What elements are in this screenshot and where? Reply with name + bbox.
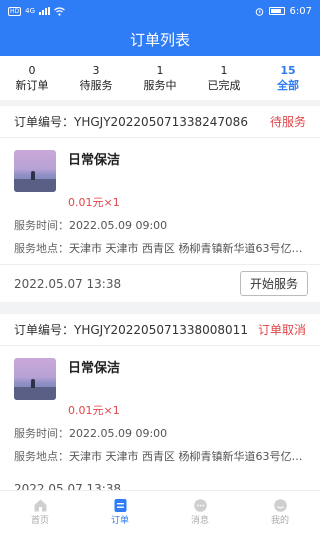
hd-badge: HD <box>8 6 22 16</box>
tab-count: 3 <box>92 63 100 77</box>
product-row: 日常保洁 <box>14 358 306 400</box>
clock: 6:07 <box>289 5 312 17</box>
tab-count: 15 <box>280 63 296 77</box>
product-name: 日常保洁 <box>68 361 121 376</box>
order-date: 2022.05.07 13:38 <box>14 276 122 291</box>
order-card[interactable]: 订单编号：YHGJY202205071338008011 订单取消 日常保洁 0… <box>0 314 320 490</box>
service-time-row: 服务时间：2022.05.09 09:00 <box>14 219 306 233</box>
product-info: 日常保洁 <box>68 358 120 400</box>
tab-new-orders[interactable]: 0 新订单 <box>0 56 64 100</box>
battery-icon <box>268 7 285 15</box>
tab-count: 1 <box>156 63 164 77</box>
order-card[interactable]: 订单编号：YHGJY202205071338247086 待服务 日常保洁 0.… <box>0 106 320 302</box>
bottom-nav: 首页 订单 消息 我的 <box>0 490 320 533</box>
network-type: 4G <box>25 7 36 15</box>
nav-label: 消息 <box>190 516 209 526</box>
service-time-label: 服务时间： <box>14 427 69 440</box>
tab-all[interactable]: 15 全部 <box>256 56 320 100</box>
status-left: HD 4G <box>8 6 65 16</box>
order-icon <box>114 499 126 512</box>
home-icon <box>34 499 46 512</box>
order-card-body: 日常保洁 0.01元×1 服务时间：2022.05.09 09:00 服务地点：… <box>0 138 320 264</box>
order-status: 待服务 <box>269 115 306 129</box>
tab-label: 全部 <box>277 78 299 92</box>
order-card-footer: 2022.05.07 13:38 开始服务 <box>0 264 320 302</box>
nav-profile[interactable]: 我的 <box>240 491 320 533</box>
product-thumbnail <box>14 358 56 400</box>
order-status-tabs: 0 新订单 3 待服务 1 服务中 1 已完成 15 全部 <box>0 56 320 100</box>
nav-messages[interactable]: 消息 <box>160 491 240 533</box>
order-number: 订单编号：YHGJY202205071338008011 <box>14 323 248 337</box>
order-card-header: 订单编号：YHGJY202205071338247086 待服务 <box>0 106 320 138</box>
order-card-footer: 2022.05.07 13:38 <box>0 472 320 490</box>
tab-label: 待服务 <box>79 78 113 92</box>
tab-label: 新订单 <box>15 78 49 92</box>
product-name: 日常保洁 <box>68 153 121 168</box>
order-date: 2022.05.07 13:38 <box>14 482 122 490</box>
tab-label: 服务中 <box>143 78 177 92</box>
start-service-button[interactable]: 开始服务 <box>239 271 308 296</box>
wifi-icon <box>54 6 65 16</box>
nav-orders[interactable]: 订单 <box>80 491 160 533</box>
order-card-header: 订单编号：YHGJY202205071338008011 订单取消 <box>0 314 320 346</box>
tab-count: 0 <box>28 63 36 77</box>
order-number: 订单编号：YHGJY202205071338247086 <box>14 115 248 129</box>
order-status: 订单取消 <box>257 323 306 337</box>
service-time-label: 服务时间： <box>14 219 69 232</box>
tab-completed[interactable]: 1 已完成 <box>192 56 256 100</box>
service-place-row: 服务地点：天津市 天津市 西青区 杨柳青镇新华道63号亿慧... <box>14 242 306 256</box>
alarm-icon <box>255 7 263 16</box>
status-right: 6:07 <box>255 6 312 17</box>
product-price: 0.01元×1 <box>68 196 120 209</box>
message-icon <box>193 499 207 512</box>
product-row: 日常保洁 <box>14 150 306 192</box>
title-bar: 订单列表 <box>0 22 320 56</box>
service-place-label: 服务地点： <box>14 450 69 463</box>
service-time-row: 服务时间：2022.05.09 09:00 <box>14 427 306 441</box>
product-price: 0.01元×1 <box>68 404 120 417</box>
nav-label: 订单 <box>110 516 129 526</box>
product-info: 日常保洁 <box>68 150 120 192</box>
product-thumbnail <box>14 150 56 192</box>
tab-in-service[interactable]: 1 服务中 <box>128 56 192 100</box>
order-card-body: 日常保洁 0.01元×1 服务时间：2022.05.09 09:00 服务地点：… <box>0 346 320 472</box>
nav-label: 首页 <box>30 516 49 526</box>
service-place: 天津市 天津市 西青区 杨柳青镇新华道63号亿慧... <box>69 242 306 255</box>
service-time: 2022.05.09 09:00 <box>69 219 168 232</box>
tab-count: 1 <box>220 63 228 77</box>
service-time: 2022.05.09 09:00 <box>69 427 168 440</box>
service-place: 天津市 天津市 西青区 杨柳青镇新华道63号亿慧... <box>69 450 306 463</box>
page-title: 订单列表 <box>129 30 190 49</box>
service-place-row: 服务地点：天津市 天津市 西青区 杨柳青镇新华道63号亿慧... <box>14 450 306 464</box>
nav-label: 我的 <box>270 516 289 526</box>
service-place-label: 服务地点： <box>14 242 69 255</box>
tab-label: 已完成 <box>207 78 241 92</box>
nav-home[interactable]: 首页 <box>0 491 80 533</box>
profile-icon <box>273 499 287 512</box>
order-list[interactable]: 订单编号：YHGJY202205071338247086 待服务 日常保洁 0.… <box>0 106 320 490</box>
status-bar: HD 4G 6:07 <box>0 0 320 22</box>
tab-pending-service[interactable]: 3 待服务 <box>64 56 128 100</box>
signal-icon <box>39 7 51 15</box>
